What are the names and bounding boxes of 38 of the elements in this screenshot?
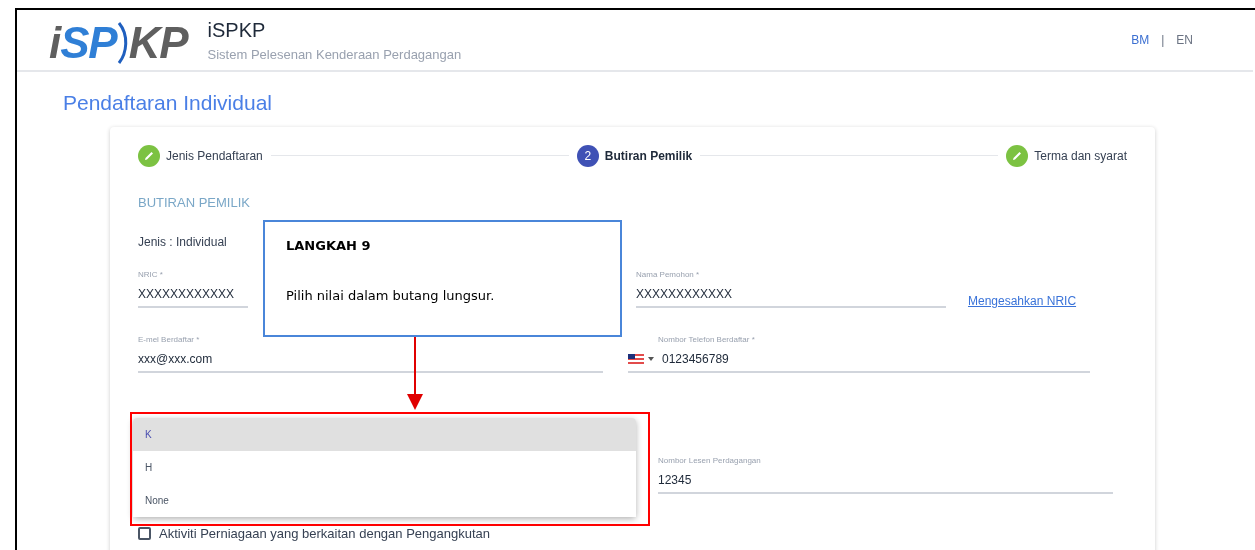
language-link[interactable]: BM <box>1131 31 1150 49</box>
name-field[interactable]: XXXXXXXXXXXX <box>636 285 946 308</box>
field-label: Nombor Telefon Berdaftar * <box>658 334 756 346</box>
step-done-icon <box>1006 144 1029 167</box>
checkbox[interactable] <box>138 527 151 541</box>
checkbox-label: Aktiviti Perniagaan yang berkaitan dengan Pengangkutan <box>159 525 491 543</box>
field-label: NRIC * <box>138 269 164 281</box>
dropdown-option[interactable]: H <box>133 451 636 484</box>
swoosh-icon <box>116 20 129 65</box>
phone-field[interactable]: 0123456789 <box>628 350 1090 373</box>
logo-letters: i <box>49 20 61 65</box>
flag-icon <box>628 354 644 364</box>
step-label: Jenis Pendaftaran <box>166 147 263 165</box>
verify-nric-link[interactable]: Mengesahkan NRIC <box>968 292 1077 310</box>
app-subtitle: Sistem Pelesenan Kenderaan Perdagangan <box>207 46 462 65</box>
callout-text: Pilih nilai dalam butang lungsur. <box>286 286 496 305</box>
license-field[interactable]: 12345 <box>658 471 1113 494</box>
field-label: E-mel Berdaftar * <box>138 334 201 346</box>
page-title: Pendaftaran Individual <box>63 90 273 116</box>
field-label: Nombor Lesen Perdagangan <box>658 455 762 467</box>
section-title: BUTIRAN PEMILIK <box>138 193 251 212</box>
step-number: 2 <box>576 144 599 167</box>
nric-field[interactable]: XXXXXXXXXXXX <box>138 285 248 308</box>
step-label: Terma dan syarat <box>1034 147 1127 165</box>
flag-dropdown[interactable] <box>628 354 654 364</box>
email-field[interactable]: xxx@xxx.com <box>138 350 603 373</box>
app-title: iSPKP <box>207 18 267 44</box>
callout-title: LANGKAH 9 <box>286 237 372 255</box>
language-link[interactable]: EN <box>1176 31 1193 49</box>
language-separator: | <box>1161 32 1165 49</box>
step-label: Butiran Pemilik <box>604 147 693 165</box>
logo-letters: KP <box>128 20 188 65</box>
step-done-icon <box>138 144 160 167</box>
dropdown-option[interactable]: K <box>133 418 636 451</box>
field-label: Nama Pemohon * <box>636 269 701 281</box>
caret-icon <box>648 357 654 361</box>
dropdown-option[interactable]: None <box>133 484 636 517</box>
registration-type: Jenis : Individual <box>138 234 227 251</box>
